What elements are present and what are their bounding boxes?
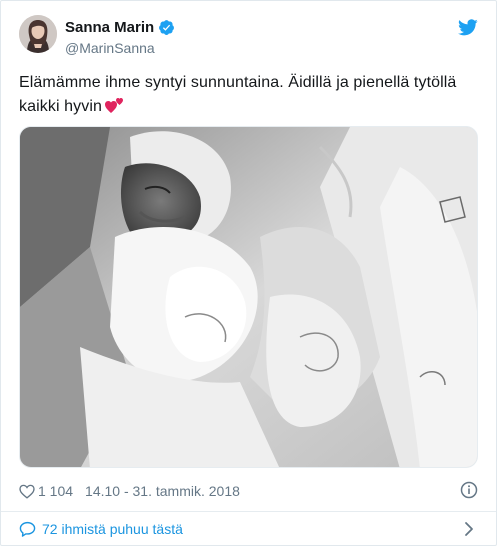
chevron-right-icon <box>464 521 474 537</box>
two-hearts-emoji-icon <box>105 96 125 114</box>
avatar[interactable] <box>19 15 57 53</box>
like-button[interactable]: 1 104 <box>19 483 73 499</box>
tweet-card: Sanna Marin @MarinSanna Elämämme ihme sy… <box>0 0 497 546</box>
tweet-timestamp[interactable]: 14.10 - 31. tammik. 2018 <box>85 483 240 499</box>
conversation-link[interactable]: 72 ihmistä puhuu tästä <box>19 518 478 540</box>
display-name-row: Sanna Marin <box>65 17 175 37</box>
tweet-meta: 1 104 14.10 - 31. tammik. 2018 <box>19 481 478 501</box>
tweet-photo[interactable] <box>19 126 478 468</box>
speech-bubble-icon <box>19 521 36 537</box>
newborn-photo-image <box>20 127 477 467</box>
divider <box>1 511 496 512</box>
conversation-label: 72 ihmistä puhuu tästä <box>42 521 183 537</box>
twitter-bird-icon[interactable] <box>458 19 478 36</box>
tweet-header: Sanna Marin @MarinSanna <box>19 15 478 61</box>
heart-outline-icon <box>19 484 35 499</box>
display-name[interactable]: Sanna Marin <box>65 19 154 36</box>
info-icon[interactable] <box>460 481 478 499</box>
like-count: 1 104 <box>38 483 74 499</box>
tweet-text: Elämämme ihme syntyi sunnuntaina. Äidill… <box>19 71 479 119</box>
verified-badge-icon <box>158 19 175 36</box>
user-handle[interactable]: @MarinSanna <box>65 40 175 56</box>
user-names: Sanna Marin @MarinSanna <box>65 17 175 56</box>
tweet-text-body: Elämämme ihme syntyi sunnuntaina. Äidill… <box>19 74 457 115</box>
